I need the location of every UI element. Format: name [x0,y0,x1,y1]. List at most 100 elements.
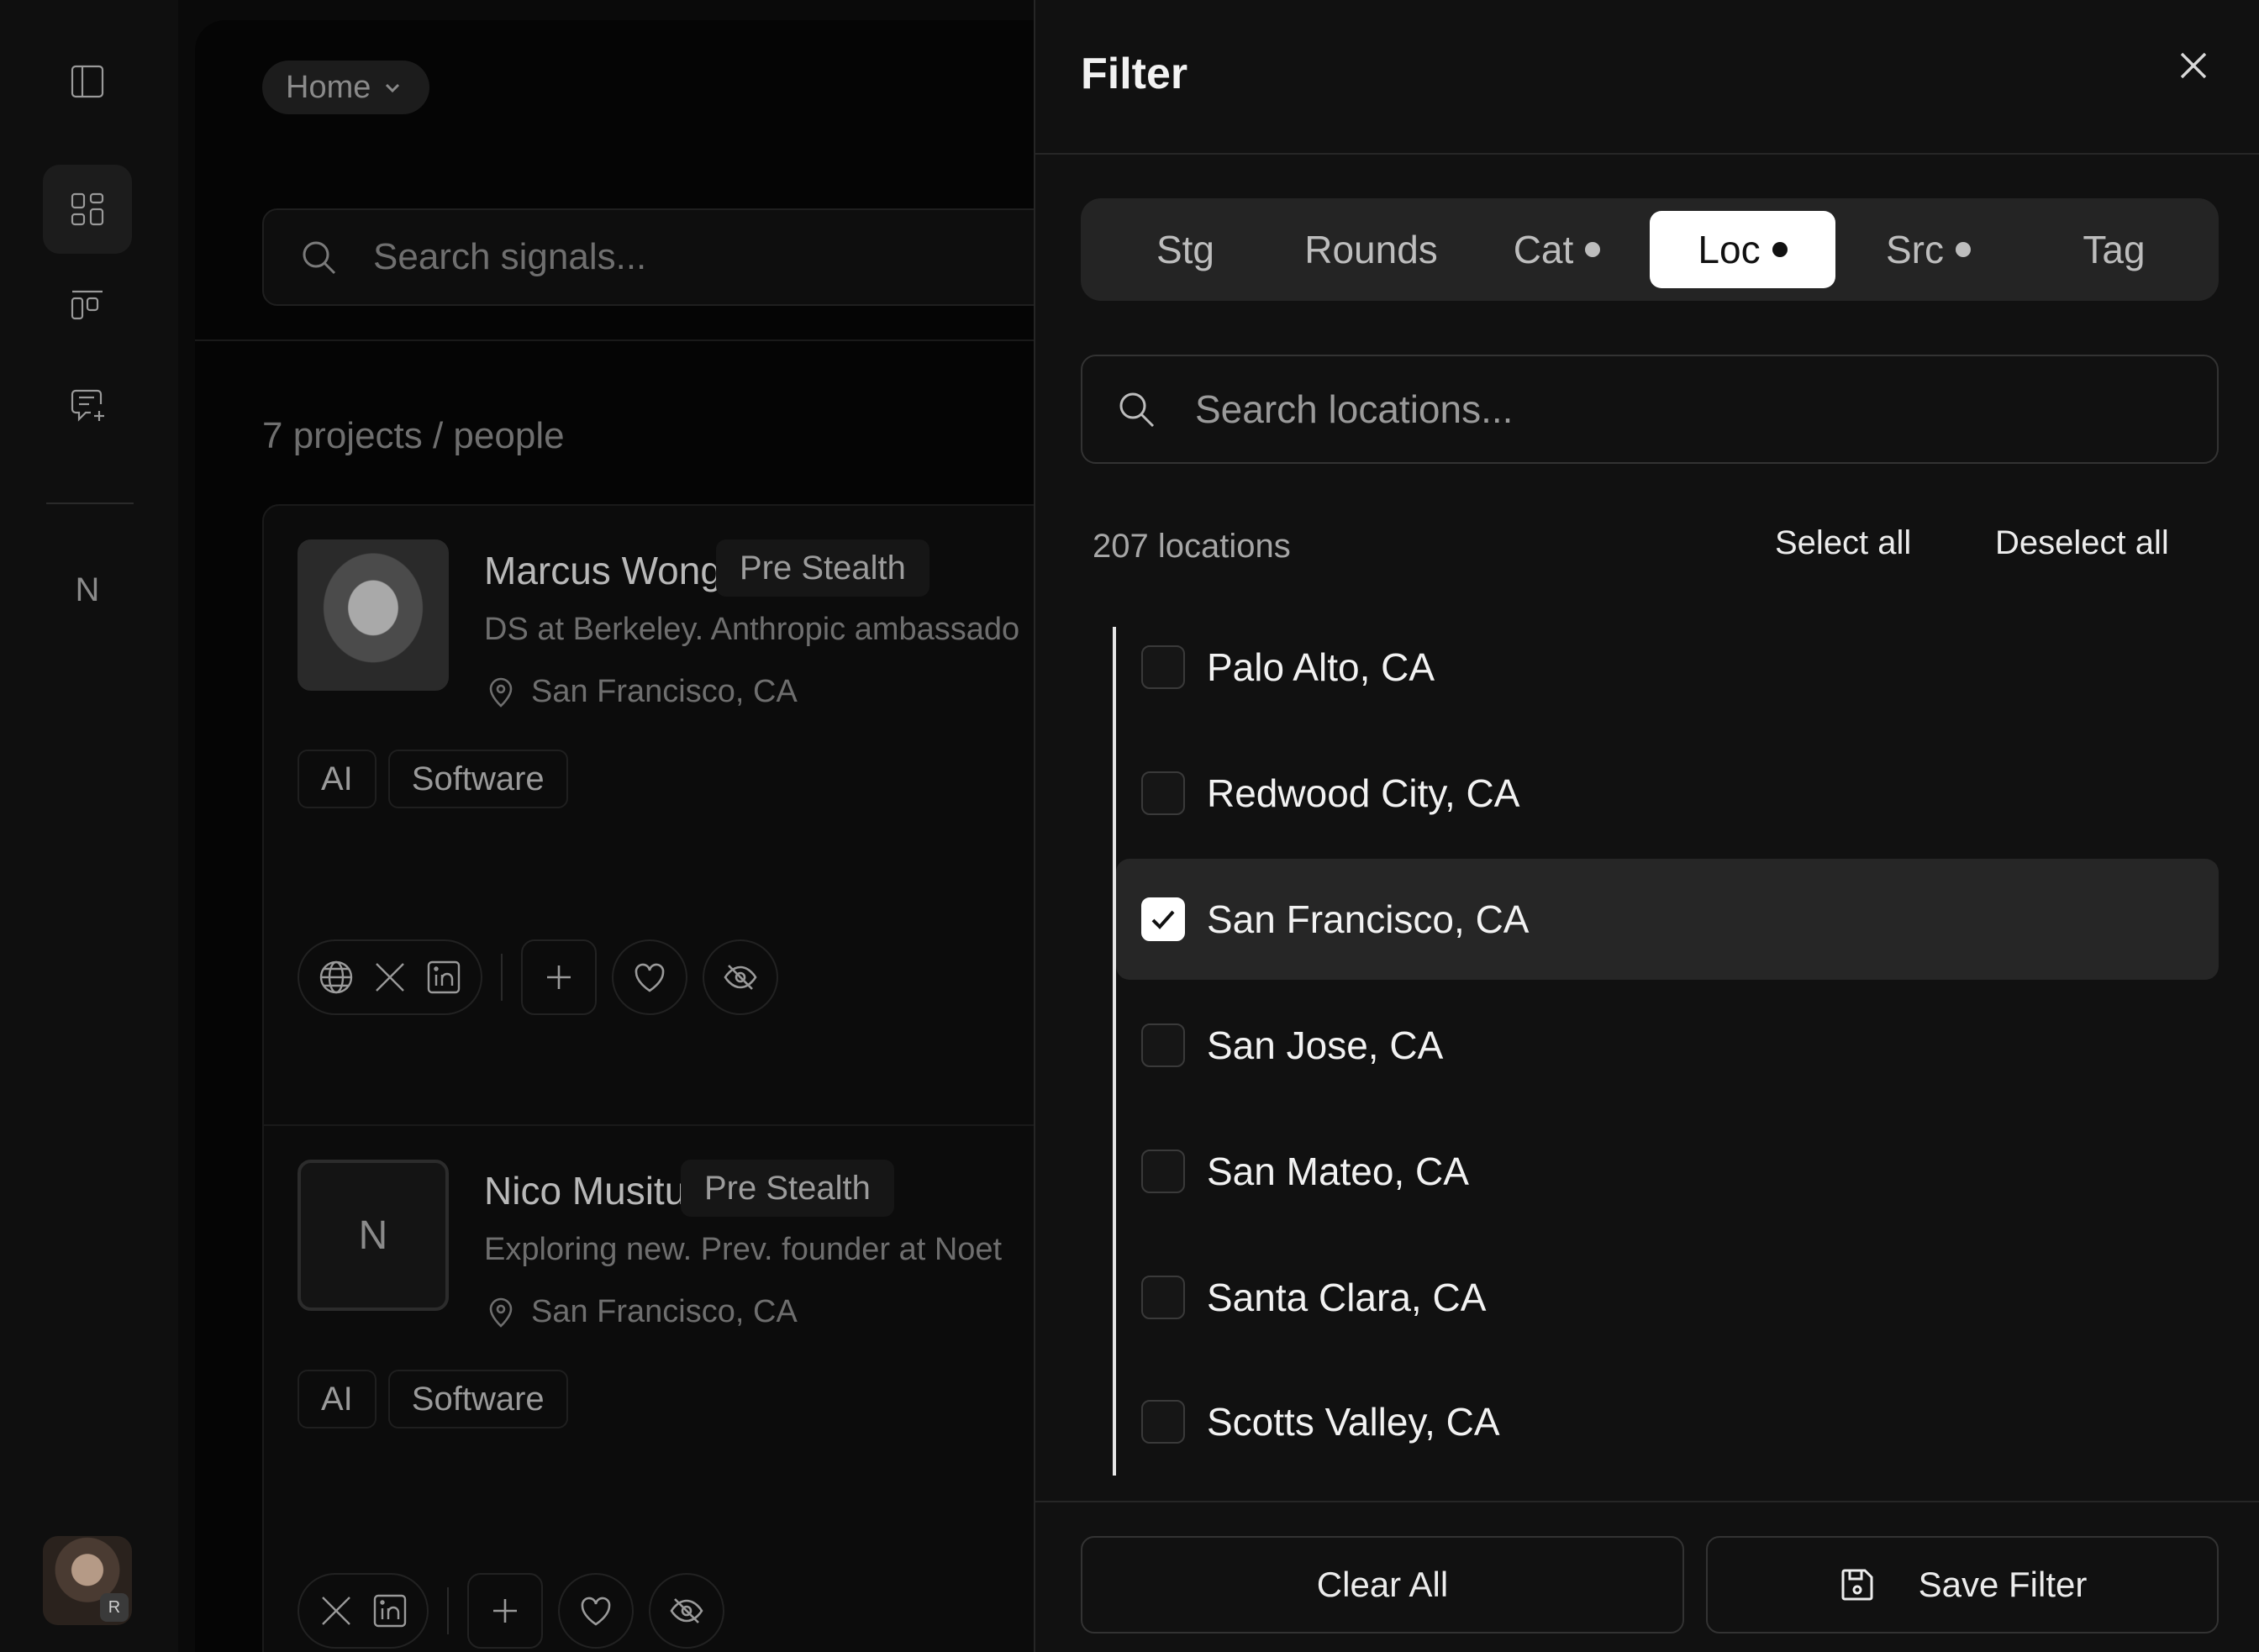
eye-off-icon [724,965,757,990]
location-label: Scotts Valley, CA [1207,1400,1500,1444]
linkedin-icon[interactable] [424,957,464,997]
location-checkbox[interactable] [1141,1276,1185,1319]
tab-category[interactable]: Cat [1464,211,1650,288]
close-icon [2180,52,2207,79]
location-checkbox[interactable] [1141,1023,1185,1067]
location-checkbox[interactable] [1141,1150,1185,1193]
action-separator [447,1587,449,1634]
clear-all-button[interactable]: Clear All [1081,1536,1684,1634]
results-count: 7 projects / people [262,415,565,456]
tab-label: Stg [1156,228,1215,271]
tag-chip[interactable]: AI [298,750,376,808]
header-divider [1035,153,2259,155]
location-option[interactable]: San Mateo, CA [1116,1111,2219,1232]
location-option[interactable]: San Jose, CA [1116,985,2219,1106]
filter-tabs: Stg Rounds Cat Loc Src Tag [1081,198,2219,301]
add-button[interactable] [521,939,597,1015]
x-icon[interactable] [316,1591,356,1631]
location-option[interactable]: Santa Clara, CA [1116,1237,2219,1358]
location-label: San Francisco, CA [1207,897,1530,941]
social-links [298,939,482,1015]
nav-dashboard[interactable] [43,165,132,254]
tab-tag[interactable]: Tag [2021,211,2207,288]
nav-messages[interactable] [43,361,132,450]
favorite-button[interactable] [612,939,687,1015]
active-filter-dot [1585,242,1601,257]
tab-rounds[interactable]: Rounds [1278,211,1464,288]
person-name[interactable]: Marcus Wong [484,548,722,593]
location-text: San Francisco, CA [531,1294,798,1329]
close-button[interactable] [2173,45,2214,86]
stage-badge: Pre Stealth [681,1160,894,1217]
tag-chip[interactable]: Software [387,750,568,808]
location-search[interactable] [1081,355,2219,464]
chevron-down-icon [386,83,400,93]
nav-kanban[interactable] [43,260,132,350]
person-description: DS at Berkeley. Anthropic ambassado [484,612,1020,647]
check-icon [1151,910,1175,929]
workspace-initial[interactable]: N [43,571,132,609]
main-divider [195,339,1035,341]
hide-button[interactable] [703,939,778,1015]
home-dropdown[interactable]: Home [262,61,430,114]
user-avatar[interactable]: R [43,1536,132,1625]
left-rail: N R [0,0,178,1652]
signals-search[interactable] [262,208,1035,306]
person-name[interactable]: Nico Musitu [484,1168,686,1213]
tab-label: Rounds [1304,228,1438,271]
save-filter-label: Save Filter [1918,1565,2088,1604]
location-option[interactable]: Redwood City, CA [1116,733,2219,854]
favorite-button[interactable] [558,1573,634,1649]
globe-icon[interactable] [316,957,356,997]
hide-button[interactable] [649,1573,724,1649]
tag-chip[interactable]: Software [387,1370,568,1428]
location-search-input[interactable] [1195,387,1951,432]
person-location: San Francisco, CA [484,1294,798,1330]
location-label: Redwood City, CA [1207,771,1520,815]
tab-source[interactable]: Src [1835,211,2021,288]
select-all-button[interactable]: Select all [1775,524,1911,562]
main-content: Home 7 projects / people Marcus Wong Pre… [195,20,1035,1652]
location-label: San Jose, CA [1207,1023,1444,1067]
tab-label: Tag [2083,228,2146,271]
rail-divider [46,502,134,504]
eye-off-icon [670,1598,703,1623]
deselect-all-button[interactable]: Deselect all [1995,524,2169,562]
person-card[interactable]: N Nico Musitu Pre Stealth Exploring new.… [262,1124,1035,1652]
add-button[interactable] [467,1573,543,1649]
location-option[interactable]: San Francisco, CA [1116,859,2219,980]
active-filter-dot [1956,242,1971,257]
signals-search-input[interactable] [373,236,961,278]
card-actions [298,1573,724,1649]
linkedin-icon[interactable] [370,1591,410,1631]
location-checkbox[interactable] [1141,771,1185,815]
location-pin-icon [489,1297,513,1328]
tab-location[interactable]: Loc [1650,211,1835,288]
avatar-badge-icon: R [100,1593,129,1622]
location-label: Santa Clara, CA [1207,1276,1487,1319]
tab-label: Loc [1698,228,1761,271]
sidebar-toggle-button[interactable] [43,37,132,126]
location-option[interactable]: Palo Alto, CA [1116,607,2219,728]
location-checkbox[interactable] [1141,897,1185,941]
tab-label: Src [1886,228,1944,271]
filter-panel: Filter Stg Rounds Cat Loc Src Tag 207 lo… [1034,0,2259,1652]
filter-title: Filter [1081,50,1188,98]
social-links [298,1573,429,1649]
person-card[interactable]: Marcus Wong Pre Stealth DS at Berkeley. … [262,504,1035,1126]
location-checkbox[interactable] [1141,645,1185,689]
stage-badge: Pre Stealth [716,539,929,597]
plus-icon [493,1599,517,1623]
x-icon[interactable] [370,957,410,997]
save-filter-button[interactable]: Save Filter [1706,1536,2219,1634]
location-option[interactable]: Scotts Valley, CA [1116,1361,2219,1482]
search-icon [1119,392,1155,428]
tag-chip[interactable]: AI [298,1370,376,1428]
heart-icon [635,963,665,992]
kanban-icon [71,290,103,320]
search-icon [303,241,336,275]
tab-stage[interactable]: Stg [1093,211,1278,288]
location-checkbox[interactable] [1141,1400,1185,1444]
location-pin-icon [489,677,513,708]
plus-icon [547,965,571,989]
